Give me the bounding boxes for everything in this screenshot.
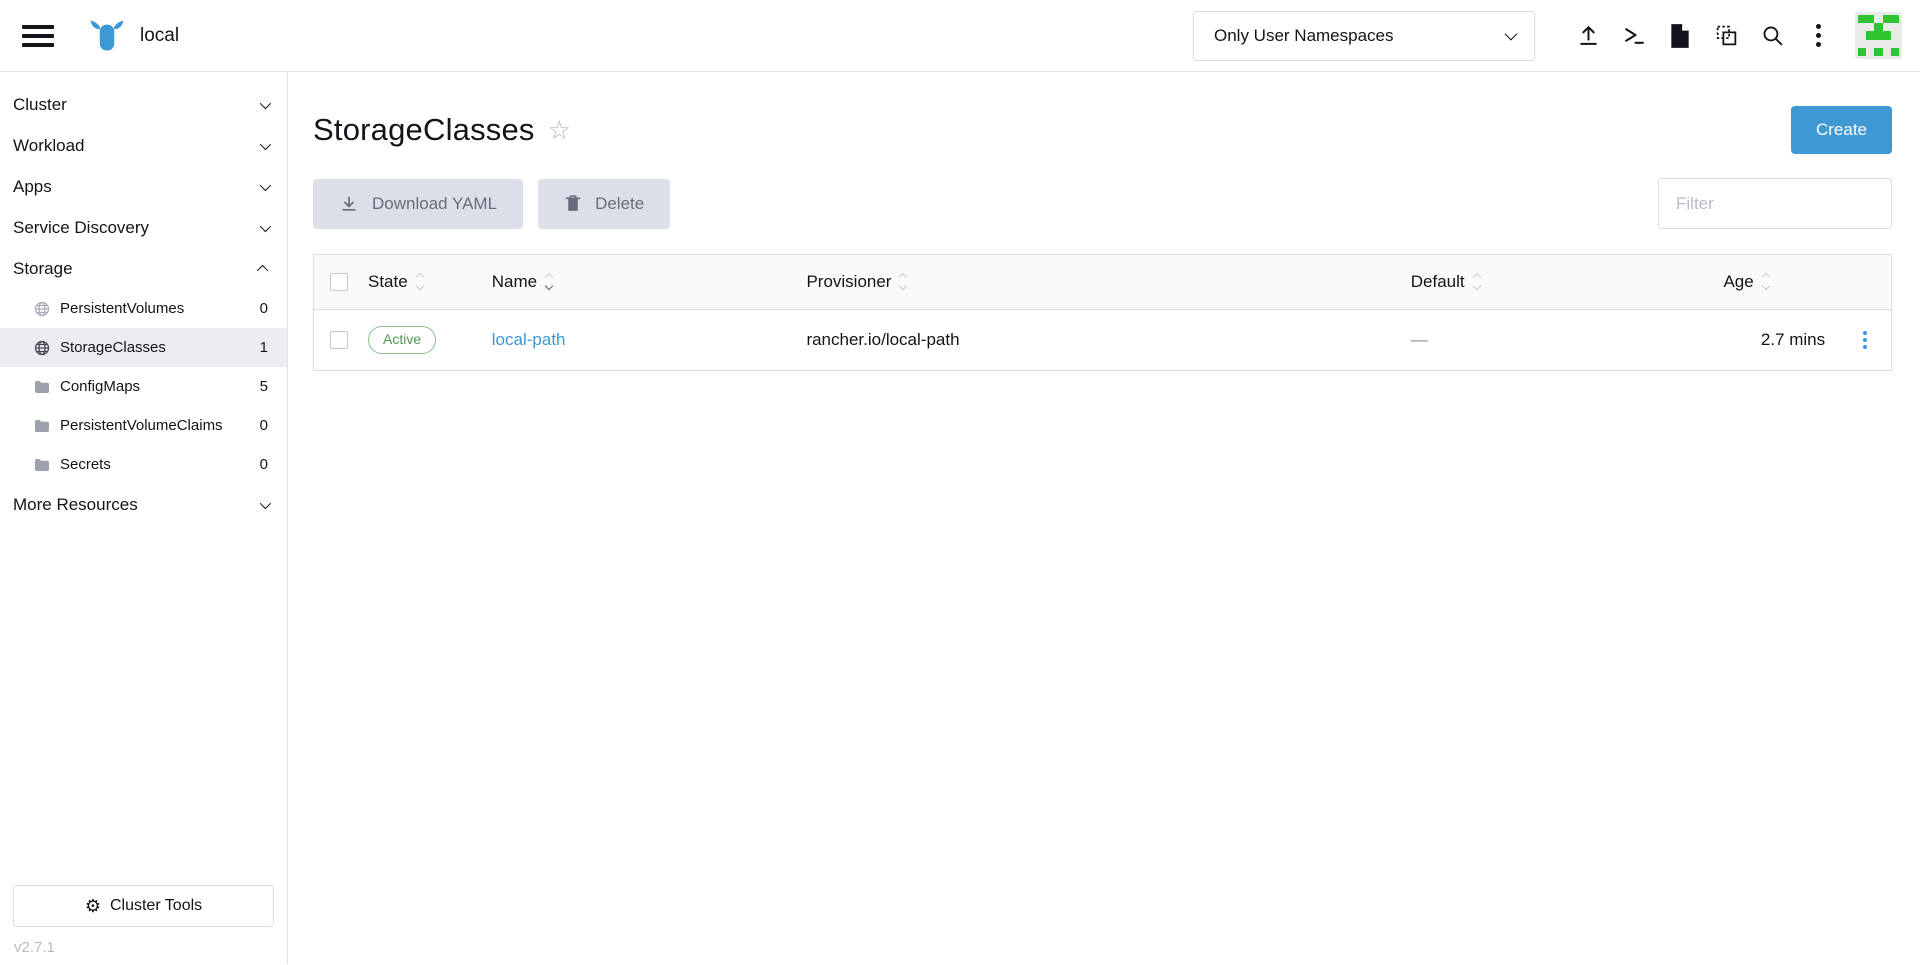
chevron-down-icon bbox=[260, 220, 271, 231]
status-badge: Active bbox=[368, 326, 436, 354]
sort-icon bbox=[900, 274, 906, 289]
gear-icon: ⚙ bbox=[85, 897, 101, 915]
sidebar-item-label: Storage bbox=[13, 259, 73, 279]
row-checkbox[interactable] bbox=[330, 331, 348, 349]
column-header-default[interactable]: Default bbox=[1411, 272, 1480, 292]
chevron-down-icon bbox=[260, 497, 271, 508]
resource-count: 0 bbox=[260, 300, 268, 317]
resource-count: 0 bbox=[260, 417, 268, 434]
folder-icon bbox=[34, 458, 50, 472]
view-yaml-file-icon[interactable] bbox=[1657, 13, 1703, 59]
download-icon bbox=[339, 194, 359, 214]
column-header-provisioner[interactable]: Provisioner bbox=[806, 272, 906, 292]
table-row: Active local-path rancher.io/local-path … bbox=[314, 309, 1891, 370]
sidebar-item-label: StorageClasses bbox=[60, 339, 166, 356]
filter-input[interactable] bbox=[1658, 178, 1892, 229]
globe-icon bbox=[34, 301, 50, 317]
sidebar-item-storageclasses[interactable]: StorageClasses 1 bbox=[0, 328, 287, 367]
sidebar-item-secrets[interactable]: Secrets 0 bbox=[0, 445, 287, 484]
sort-icon bbox=[1474, 274, 1480, 289]
top-header: local Only User Namespaces bbox=[0, 0, 1920, 72]
table-header-row: State Name Provisioner bbox=[314, 255, 1891, 309]
default-cell: — bbox=[1401, 309, 1714, 370]
sort-icon-active bbox=[546, 274, 552, 289]
namespace-filter-value: Only User Namespaces bbox=[1214, 26, 1394, 46]
folder-icon bbox=[34, 419, 50, 433]
sidebar-item-configmaps[interactable]: ConfigMaps 5 bbox=[0, 367, 287, 406]
resource-count: 0 bbox=[260, 456, 268, 473]
user-avatar-identicon[interactable] bbox=[1855, 12, 1902, 59]
row-actions-kebab-icon[interactable] bbox=[1849, 331, 1881, 349]
column-header-state[interactable]: State bbox=[368, 272, 423, 292]
chevron-down-icon bbox=[1505, 28, 1518, 41]
header-kebab-menu-icon[interactable] bbox=[1795, 13, 1841, 59]
namespace-filter-select[interactable]: Only User Namespaces bbox=[1193, 11, 1535, 61]
sidebar-item-apps[interactable]: Apps bbox=[0, 166, 287, 207]
cluster-name: local bbox=[140, 25, 179, 47]
sidebar-item-label: Cluster bbox=[13, 95, 67, 115]
resource-diff-icon[interactable] bbox=[1703, 13, 1749, 59]
delete-button[interactable]: Delete bbox=[538, 179, 670, 229]
import-yaml-icon[interactable] bbox=[1565, 13, 1611, 59]
sidebar-item-label: ConfigMaps bbox=[60, 378, 140, 395]
resource-count: 5 bbox=[260, 378, 268, 395]
provisioner-cell: rancher.io/local-path bbox=[796, 309, 1400, 370]
main-content: StorageClasses ☆ Create Download YAML De… bbox=[288, 72, 1920, 964]
column-header-name[interactable]: Name bbox=[492, 272, 552, 292]
select-all-checkbox[interactable] bbox=[330, 273, 348, 291]
sort-icon bbox=[417, 274, 423, 289]
sidebar-item-persistentvolumeclaims[interactable]: PersistentVolumeClaims 0 bbox=[0, 406, 287, 445]
sidebar-item-label: Secrets bbox=[60, 456, 111, 473]
chevron-up-icon bbox=[257, 264, 268, 275]
sidebar-item-label: Apps bbox=[13, 177, 52, 197]
chevron-down-icon bbox=[260, 179, 271, 190]
globe-icon bbox=[34, 340, 50, 356]
sidebar-item-label: Service Discovery bbox=[13, 218, 149, 238]
download-yaml-button[interactable]: Download YAML bbox=[313, 179, 523, 229]
resource-name-link[interactable]: local-path bbox=[492, 330, 566, 349]
column-header-age[interactable]: Age bbox=[1723, 272, 1768, 292]
sidebar: Cluster Workload Apps Service Discovery … bbox=[0, 72, 288, 964]
storageclasses-table: State Name Provisioner bbox=[313, 254, 1892, 371]
page-title: StorageClasses bbox=[313, 112, 535, 148]
trash-icon bbox=[564, 194, 582, 213]
sidebar-item-label: More Resources bbox=[13, 495, 138, 515]
sidebar-item-persistentvolumes[interactable]: PersistentVolumes 0 bbox=[0, 289, 287, 328]
age-cell: 2.7 mins bbox=[1713, 309, 1839, 370]
sidebar-item-more-resources[interactable]: More Resources bbox=[0, 484, 287, 525]
sidebar-item-storage[interactable]: Storage bbox=[0, 248, 287, 289]
chevron-down-icon bbox=[260, 97, 271, 108]
cluster-tools-button[interactable]: ⚙ Cluster Tools bbox=[13, 885, 274, 927]
kubectl-shell-icon[interactable] bbox=[1611, 13, 1657, 59]
search-icon[interactable] bbox=[1749, 13, 1795, 59]
rancher-logo-icon[interactable] bbox=[88, 19, 126, 52]
sort-icon bbox=[1763, 274, 1769, 289]
sidebar-item-cluster[interactable]: Cluster bbox=[0, 84, 287, 125]
download-yaml-label: Download YAML bbox=[372, 194, 497, 214]
sidebar-item-label: Workload bbox=[13, 136, 85, 156]
sidebar-item-label: PersistentVolumeClaims bbox=[60, 417, 223, 434]
sidebar-item-service-discovery[interactable]: Service Discovery bbox=[0, 207, 287, 248]
version-label: v2.7.1 bbox=[14, 939, 274, 956]
resource-count: 1 bbox=[260, 339, 268, 356]
cluster-tools-label: Cluster Tools bbox=[110, 897, 202, 915]
delete-label: Delete bbox=[595, 194, 644, 214]
favorite-star-icon[interactable]: ☆ bbox=[548, 117, 571, 143]
hamburger-menu-icon[interactable] bbox=[22, 25, 54, 47]
create-button[interactable]: Create bbox=[1791, 106, 1892, 154]
chevron-down-icon bbox=[260, 138, 271, 149]
folder-icon bbox=[34, 380, 50, 394]
sidebar-item-label: PersistentVolumes bbox=[60, 300, 184, 317]
sidebar-item-workload[interactable]: Workload bbox=[0, 125, 287, 166]
